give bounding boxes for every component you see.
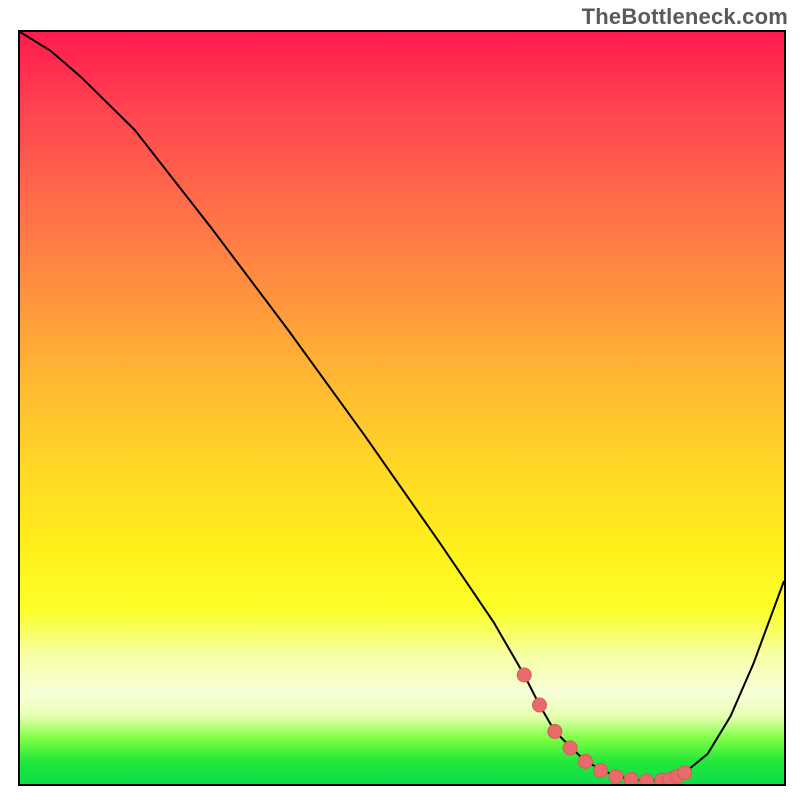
marker-dot [517, 668, 531, 682]
marker-dot [533, 698, 547, 712]
marker-dot [578, 754, 592, 768]
marker-dot [594, 764, 608, 778]
curve-layer [20, 32, 784, 784]
marker-group [517, 668, 692, 784]
marker-dot [640, 774, 654, 784]
plot-area [18, 30, 786, 786]
chart-frame: TheBottleneck.com [0, 0, 800, 800]
watermark-text: TheBottleneck.com [582, 4, 788, 30]
bottleneck-curve [20, 32, 784, 781]
marker-dot [609, 770, 623, 784]
marker-dot [624, 773, 638, 785]
marker-dot [678, 766, 692, 780]
marker-dot [563, 741, 577, 755]
marker-dot [548, 724, 562, 738]
